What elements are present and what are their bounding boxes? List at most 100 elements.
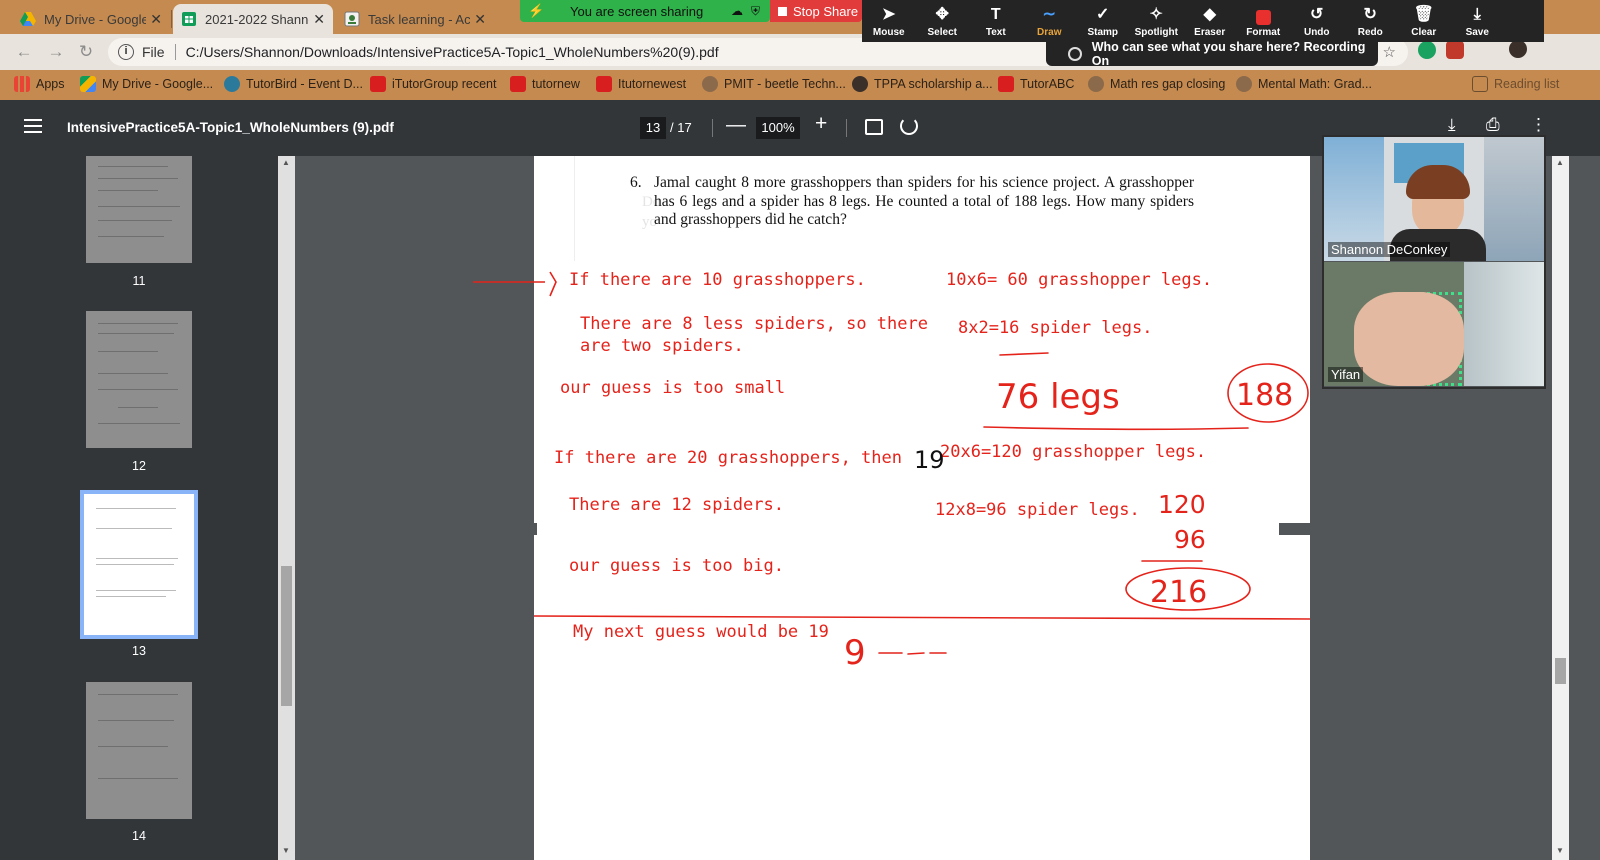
thumbnail-page-11[interactable] xyxy=(86,156,192,263)
tool-eraser-button[interactable]: ◆ Eraser xyxy=(1183,0,1237,42)
ink-add-bottom: 96 xyxy=(1174,525,1206,554)
tool-format-button[interactable]: Format xyxy=(1237,0,1291,42)
redo-icon: ↻ xyxy=(1363,6,1377,23)
tool-clear-button[interactable]: 🗑 Clear xyxy=(1397,0,1451,42)
itutorgroup-icon xyxy=(510,76,526,92)
tool-undo-button[interactable]: ↺ Undo xyxy=(1290,0,1344,42)
thumbnail-label: 12 xyxy=(132,459,146,473)
screen-sharing-banner[interactable]: ⚡ You are screen sharing ☁ ⛨ xyxy=(520,0,770,22)
stop-share-label: Stop Share xyxy=(793,3,859,19)
tool-label: Clear xyxy=(1411,27,1437,38)
ink-divider-line xyxy=(534,615,1310,620)
tab-title: My Drive - Google xyxy=(44,11,147,27)
thumbnail-label: 14 xyxy=(132,829,146,843)
bookmark-tutorabc[interactable]: TutorABC xyxy=(998,76,1074,92)
bookmark-math-res[interactable]: Math res gap closing xyxy=(1088,76,1225,92)
screen: My Drive - Google ✕ 2021-2022 Shannon ✕ … xyxy=(0,0,1600,860)
bookmark-itutornewest[interactable]: Itutornewest xyxy=(596,76,686,92)
people-icon xyxy=(1068,47,1082,61)
ink-arrow xyxy=(473,281,545,283)
tool-select-button[interactable]: ✥ Select xyxy=(916,0,970,42)
thumbnail-page-12[interactable] xyxy=(86,311,192,448)
close-icon[interactable]: ✕ xyxy=(313,11,325,28)
zoom-out-icon[interactable]: — xyxy=(726,114,746,137)
page-number-input[interactable]: 13 xyxy=(640,117,666,139)
ink-add-top: 120 xyxy=(1158,490,1206,519)
address-divider xyxy=(174,44,176,60)
reading-list[interactable]: Reading list xyxy=(1472,76,1559,92)
recording-notice-text: Who can see what you share here? Recordi… xyxy=(1091,40,1366,68)
rotate-icon[interactable] xyxy=(900,117,918,135)
tab-task-learning[interactable]: Task learning - Aca ✕ xyxy=(336,4,494,34)
annotation-toolbar: ➤ Mouse ✥ Select T Text ∼ Draw ✓ Stamp ✧ Spotlight ◆… xyxy=(862,0,1544,42)
draw-icon: ∼ xyxy=(1042,6,1056,23)
task-page-icon xyxy=(344,11,360,27)
google-drive-icon xyxy=(20,12,36,26)
tool-spotlight-button[interactable]: ✧ Spotlight xyxy=(1130,0,1184,42)
pdf-page: Do yo 6. Jamal caught 8 more grasshopper… xyxy=(534,156,1310,860)
bookmark-label: Mental Math: Grad... xyxy=(1258,77,1372,91)
ink-annotations: 76 legs 188 120 96 216 9 19 xyxy=(534,271,1310,673)
zoom-in-icon[interactable]: + xyxy=(815,112,827,136)
extension-ud-icon[interactable] xyxy=(1446,41,1464,59)
bookmark-tutornew[interactable]: tutornew xyxy=(510,76,580,92)
fit-page-icon[interactable] xyxy=(865,119,883,135)
tool-save-button[interactable]: ⤓ Save xyxy=(1451,0,1505,42)
forward-arrow-icon[interactable]: → xyxy=(44,40,68,64)
bookmark-tppa[interactable]: TPPA scholarship a... xyxy=(852,76,993,92)
bookmark-my-drive[interactable]: My Drive - Google... xyxy=(80,76,213,92)
reload-icon[interactable]: ↻ xyxy=(74,40,98,64)
bookmark-pmit[interactable]: PMIT - beetle Techn... xyxy=(702,76,846,92)
recording-notice[interactable]: Who can see what you share here? Recordi… xyxy=(1046,40,1378,68)
tool-draw-button[interactable]: ∼ Draw xyxy=(1023,0,1077,42)
more-vertical-icon[interactable]: ⋮ xyxy=(1530,115,1547,135)
tool-redo-button[interactable]: ↻ Redo xyxy=(1344,0,1398,42)
bookmark-star-icon[interactable]: ☆ xyxy=(1383,43,1396,61)
tool-mouse-button[interactable]: ➤ Mouse xyxy=(862,0,916,42)
ink-sum1: 76 legs xyxy=(996,377,1120,417)
sidebar-scrollbar[interactable]: ▲ ▼ xyxy=(278,156,295,860)
toolbar-divider xyxy=(846,119,847,137)
bookmark-mental-math[interactable]: Mental Math: Grad... xyxy=(1236,76,1372,92)
thumbnail-page-14[interactable] xyxy=(86,682,192,819)
tool-label: Undo xyxy=(1303,27,1330,38)
bookmark-apps[interactable]: Apps xyxy=(14,76,65,92)
bookmark-tutorbird[interactable]: TutorBird - Event D... xyxy=(224,76,363,92)
extension-green-icon[interactable] xyxy=(1418,41,1436,59)
sidebar-scroll-thumb[interactable] xyxy=(281,566,292,706)
zoom-level-input[interactable]: 100% xyxy=(756,117,800,139)
close-icon[interactable]: ✕ xyxy=(150,11,162,28)
stamp-check-icon: ✓ xyxy=(1096,6,1110,23)
eraser-icon: ◆ xyxy=(1203,6,1216,23)
bookmarks-bar: Apps My Drive - Google... TutorBird - Ev… xyxy=(0,70,1600,100)
document-scrollbar[interactable]: ▲ ▼ xyxy=(1552,156,1569,860)
print-icon[interactable]: ⎙ xyxy=(1486,115,1500,135)
tool-label: Eraser xyxy=(1194,27,1226,38)
thumbnail-sidebar: 11 12 13 14 xyxy=(0,156,278,860)
tool-label: Redo xyxy=(1357,27,1383,38)
thumbnail-label: 13 xyxy=(132,644,146,658)
bookmark-itutorgroup[interactable]: iTutorGroup recent xyxy=(370,76,496,92)
tool-stamp-button[interactable]: ✓ Stamp xyxy=(1076,0,1130,42)
scroll-down-icon[interactable]: ▼ xyxy=(282,846,290,855)
scroll-up-icon[interactable]: ▲ xyxy=(1556,158,1564,167)
tab-shannon-sheet[interactable]: 2021-2022 Shannon ✕ xyxy=(173,4,333,34)
bookmark-label: Reading list xyxy=(1494,77,1560,91)
close-icon[interactable]: ✕ xyxy=(474,11,486,28)
tool-text-button[interactable]: T Text xyxy=(969,0,1023,42)
undo-icon: ↺ xyxy=(1310,6,1324,23)
download-icon[interactable]: ⤓ xyxy=(1448,115,1456,135)
thumbnail-page-13[interactable] xyxy=(80,490,198,639)
tab-my-drive[interactable]: My Drive - Google ✕ xyxy=(12,4,170,34)
ink-target: 188 xyxy=(1236,378,1293,413)
menu-icon[interactable] xyxy=(24,119,42,133)
itutorgroup-icon xyxy=(998,76,1014,92)
stop-share-button[interactable]: Stop Share xyxy=(770,0,862,22)
document-scroll-thumb[interactable] xyxy=(1555,658,1566,684)
info-icon[interactable]: i xyxy=(118,44,134,60)
scroll-up-icon[interactable]: ▲ xyxy=(282,158,290,167)
scroll-down-icon[interactable]: ▼ xyxy=(1556,846,1564,855)
back-arrow-icon[interactable]: ← xyxy=(12,40,36,64)
format-icon xyxy=(1255,10,1271,25)
bookmark-label: iTutorGroup recent xyxy=(392,77,497,91)
